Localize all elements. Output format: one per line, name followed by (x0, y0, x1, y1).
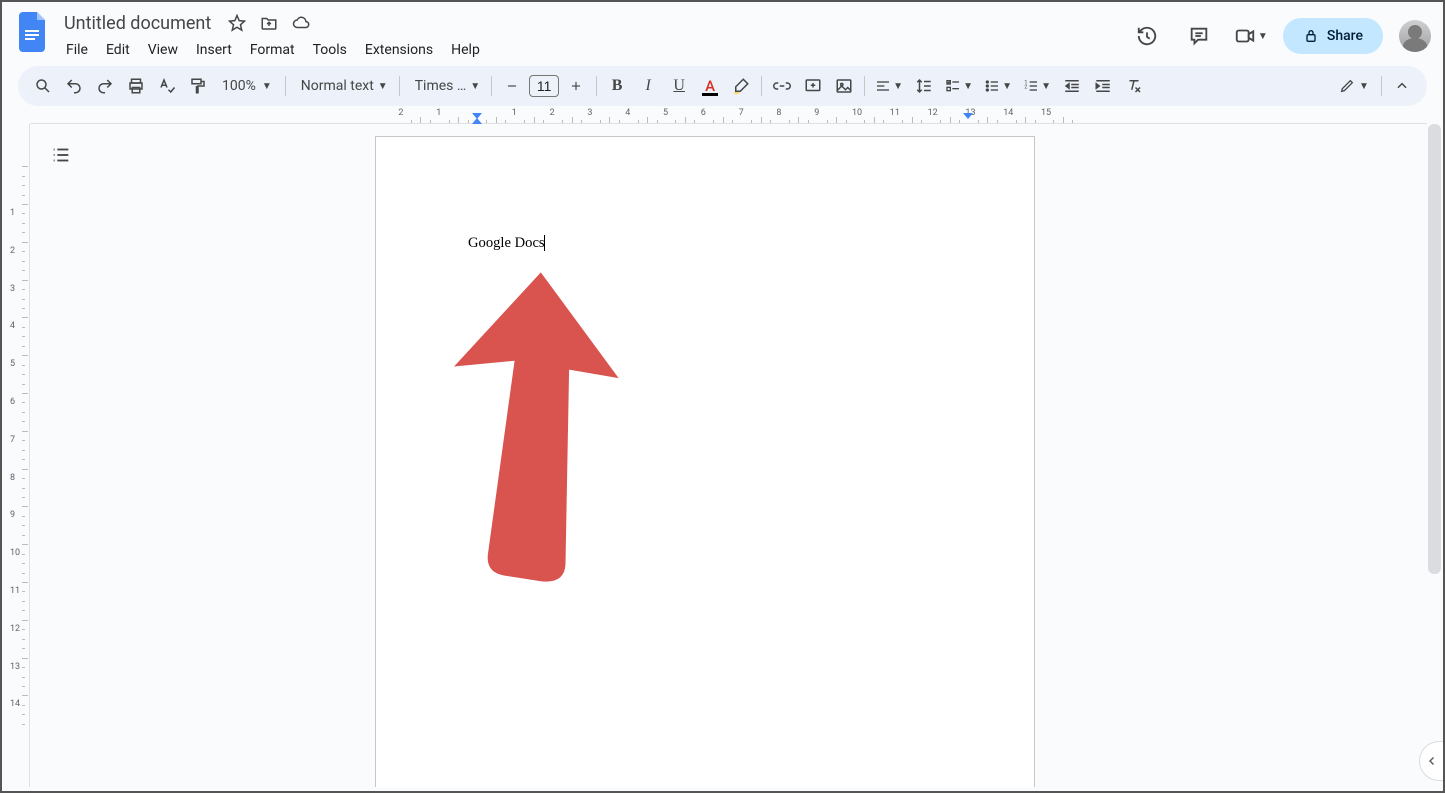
clear-formatting-icon[interactable] (1119, 71, 1149, 101)
scrollbar-thumb[interactable] (1428, 124, 1441, 574)
svg-text:2: 2 (1025, 85, 1028, 91)
canvas-area[interactable]: Google Docs (30, 124, 1427, 787)
separator (596, 76, 597, 96)
font-selector[interactable]: Times …▼ (405, 72, 486, 100)
share-button[interactable]: Share (1283, 18, 1383, 54)
bold-icon[interactable]: B (602, 71, 632, 101)
insert-image-icon[interactable] (829, 71, 859, 101)
menu-edit[interactable]: Edit (98, 38, 138, 62)
vertical-scrollbar[interactable] (1428, 124, 1441, 787)
separator (864, 76, 865, 96)
decrease-indent-icon[interactable] (1057, 71, 1087, 101)
separator (399, 76, 400, 96)
share-label: Share (1327, 28, 1363, 44)
decrease-font-size-icon[interactable] (497, 71, 527, 101)
history-icon[interactable] (1127, 16, 1167, 56)
star-icon[interactable] (225, 11, 249, 35)
move-icon[interactable] (257, 11, 281, 35)
line-spacing-icon[interactable] (909, 71, 939, 101)
body-text: Google Docs (468, 235, 545, 251)
header-right: ▼ Share (1127, 16, 1431, 56)
chevron-down-icon: ▼ (1359, 81, 1369, 92)
app-header: Untitled document File Edit View Insert … (2, 2, 1443, 62)
separator (285, 76, 286, 96)
bulleted-list-selector[interactable]: ▼ (979, 71, 1017, 101)
docs-logo-icon[interactable] (14, 12, 54, 52)
chevron-down-icon: ▼ (893, 81, 903, 92)
chevron-down-icon: ▼ (1002, 81, 1012, 92)
cloud-status-icon[interactable] (289, 11, 313, 35)
title-area: Untitled document File Edit View Insert … (58, 10, 1127, 62)
spellcheck-icon[interactable] (152, 71, 182, 101)
increase-indent-icon[interactable] (1088, 71, 1118, 101)
insert-link-icon[interactable] (767, 71, 797, 101)
comments-icon[interactable] (1179, 16, 1219, 56)
separator (491, 76, 492, 96)
hide-menus-icon[interactable] (1387, 71, 1417, 101)
workspace: 21123456789101112131415 1234567891011121… (2, 108, 1443, 787)
menu-file[interactable]: File (58, 38, 96, 62)
chevron-down-icon: ▼ (378, 81, 388, 92)
paint-format-icon[interactable] (183, 71, 213, 101)
menu-tools[interactable]: Tools (305, 38, 355, 62)
chevron-down-icon: ▼ (1258, 31, 1268, 42)
paragraph-style-selector[interactable]: Normal text▼ (291, 72, 394, 100)
meet-button[interactable]: ▼ (1231, 16, 1271, 56)
chevron-down-icon: ▼ (262, 81, 272, 92)
align-selector[interactable]: ▼ (870, 71, 908, 101)
print-icon[interactable] (121, 71, 151, 101)
document-outline-icon[interactable] (44, 138, 78, 172)
user-avatar[interactable] (1399, 20, 1431, 52)
text-cursor (544, 235, 545, 251)
search-menus-icon[interactable] (28, 71, 58, 101)
menu-bar: File Edit View Insert Format Tools Exten… (58, 38, 1127, 62)
checklist-selector[interactable]: ▼ (940, 71, 978, 101)
increase-font-size-icon[interactable] (561, 71, 591, 101)
horizontal-ruler[interactable]: 21123456789101112131415 (30, 108, 1427, 124)
italic-icon[interactable]: I (633, 71, 663, 101)
document-page[interactable]: Google Docs (375, 136, 1035, 787)
menu-format[interactable]: Format (242, 38, 303, 62)
chevron-down-icon: ▼ (1041, 81, 1051, 92)
underline-icon[interactable]: U (664, 71, 694, 101)
font-size-control (497, 71, 591, 101)
menu-extensions[interactable]: Extensions (357, 38, 441, 62)
redo-icon[interactable] (90, 71, 120, 101)
vertical-ruler[interactable]: 1234567891011121314 (2, 124, 30, 787)
highlight-color-icon[interactable] (726, 71, 756, 101)
toolbar: 100%▼ Normal text▼ Times …▼ B I U A ▼ ▼ … (18, 66, 1427, 106)
chevron-down-icon: ▼ (470, 81, 480, 92)
editing-mode-selector[interactable]: ▼ (1332, 71, 1376, 101)
menu-view[interactable]: View (140, 38, 186, 62)
menu-insert[interactable]: Insert (188, 38, 240, 62)
zoom-selector[interactable]: 100%▼ (214, 71, 280, 101)
toolbar-container: 100%▼ Normal text▼ Times …▼ B I U A ▼ ▼ … (2, 62, 1443, 106)
document-title[interactable]: Untitled document (58, 11, 217, 36)
numbered-list-selector[interactable]: 12▼ (1018, 71, 1056, 101)
font-size-input[interactable] (529, 75, 559, 97)
add-comment-icon[interactable] (798, 71, 828, 101)
chevron-down-icon: ▼ (963, 81, 973, 92)
separator (1381, 76, 1382, 96)
document-body[interactable]: Google Docs (468, 235, 545, 252)
undo-icon[interactable] (59, 71, 89, 101)
text-color-icon[interactable]: A (695, 71, 725, 101)
menu-help[interactable]: Help (443, 38, 488, 62)
separator (761, 76, 762, 96)
